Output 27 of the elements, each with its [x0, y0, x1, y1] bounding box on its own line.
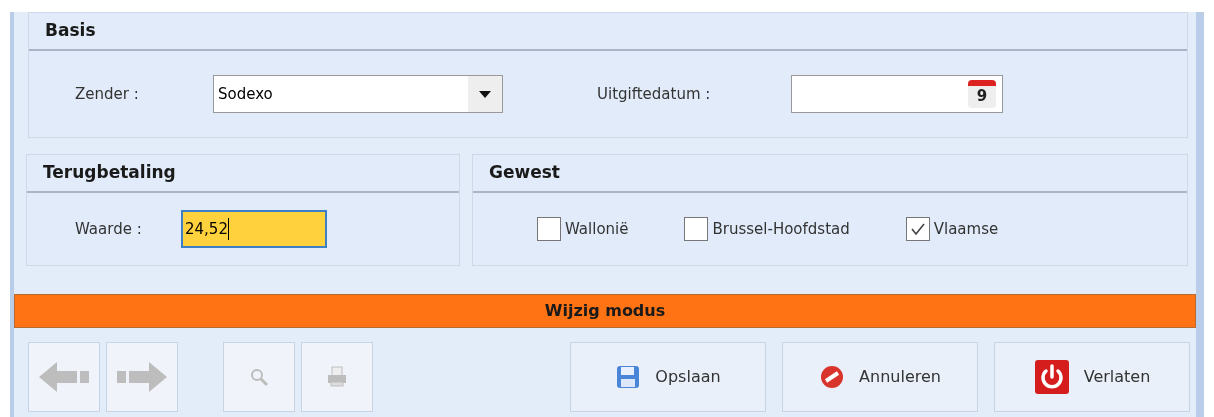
checkbox[interactable] — [684, 217, 709, 241]
mode-banner: Wijzig modus — [14, 294, 1196, 328]
field-label: Zender : — [75, 83, 140, 105]
amount-field[interactable]: 24,52 — [181, 210, 327, 248]
field-label: Uitgiftedatum : — [597, 83, 712, 105]
date-field[interactable]: 9 — [791, 75, 1003, 113]
power-icon — [1033, 359, 1070, 395]
action-button[interactable]: Opslaan — [570, 342, 766, 412]
right-arrow-icon — [115, 360, 169, 394]
calendar-icon[interactable]: 9 — [968, 80, 996, 108]
group-title: Basis — [45, 19, 96, 43]
action-button[interactable]: Annuleren — [782, 342, 978, 412]
group-title: Terugbetaling — [43, 161, 176, 185]
field-label: Waarde : — [75, 218, 143, 240]
search-icon — [248, 366, 270, 388]
checkbox-label[interactable]: Vlaamse — [933, 217, 999, 241]
checkbox[interactable] — [537, 217, 561, 241]
sender-dropdown[interactable]: Sodexo — [213, 75, 503, 113]
checkbox-label[interactable]: Brussel-Hoofdstad — [712, 217, 850, 241]
group-title: Gewest — [489, 161, 560, 185]
checkbox-label[interactable]: Wallonië — [565, 217, 629, 241]
printer-icon — [325, 365, 349, 389]
action-button[interactable]: Verlaten — [994, 342, 1190, 412]
dropdown-arrow-icon — [479, 90, 491, 98]
checkbox[interactable] — [905, 217, 930, 241]
no-entry-icon — [819, 364, 846, 390]
left-arrow-icon — [37, 360, 91, 394]
